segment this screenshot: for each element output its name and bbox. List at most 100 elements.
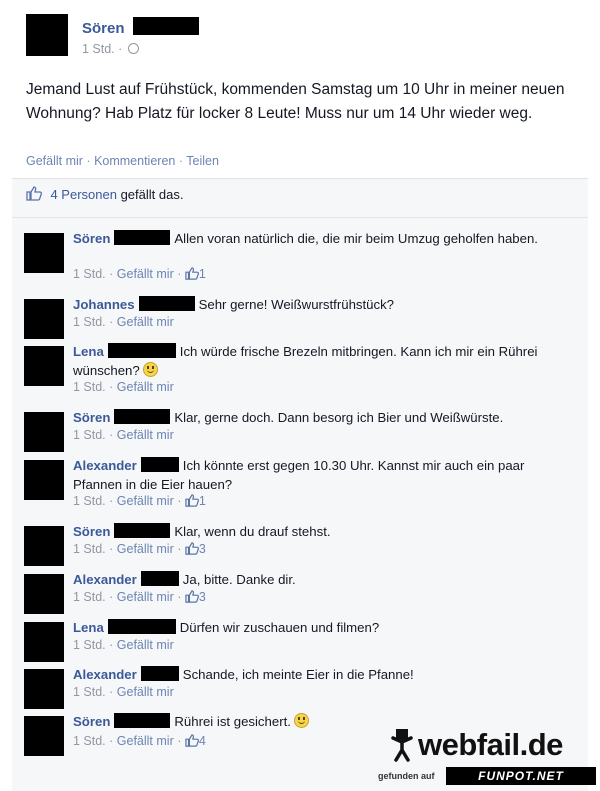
webfail-logo: webfail.de — [390, 727, 563, 763]
comment-like-count[interactable]: 3 — [199, 590, 206, 604]
thumbs-up-icon — [185, 267, 199, 283]
comment-text: Ja, bitte. Danke dir. — [182, 572, 296, 587]
comment-like-link[interactable]: Gefällt mir — [117, 494, 174, 508]
commenter-avatar[interactable] — [24, 460, 64, 500]
comment-body: Alexander Ich könnte erst gegen 10.30 Uhr… — [73, 456, 553, 494]
thumbs-up-icon — [185, 734, 199, 750]
comment-time[interactable]: 1 Std. · — [73, 542, 117, 556]
webfail-brand: webfail.de — [418, 727, 563, 762]
comment-body: Lena Ich würde frische Brezeln mitbringen… — [73, 342, 553, 380]
commenter-name[interactable]: Johannes — [73, 297, 135, 312]
comment-like-link[interactable]: Gefällt mir — [117, 542, 174, 556]
comment-like-count[interactable]: 4 — [199, 734, 206, 748]
comment-text: Klar, gerne doch. Dann besorg ich Bier u… — [174, 410, 504, 425]
commenter-avatar[interactable] — [24, 346, 64, 386]
comment: Sören Klar, wenn du drauf stehst. 1 Std. … — [24, 522, 564, 566]
comment-time[interactable]: 1 Std. · — [73, 494, 117, 508]
comment-like-link[interactable]: Gefällt mir — [117, 380, 174, 394]
comment: Sören Klar, gerne doch. Dann besorg ich B… — [24, 408, 564, 452]
comment-time[interactable]: 1 Std. · — [73, 590, 117, 604]
comment-like-link[interactable]: Gefällt mir — [117, 685, 174, 699]
found-on-label: gefunden auf — [378, 771, 435, 781]
redacted-surname — [140, 666, 179, 681]
post-author-name[interactable]: Sören — [82, 20, 125, 37]
post-time[interactable]: 1 Std. · — [82, 42, 122, 56]
comment-body: Sören Klar, wenn du drauf stehst. — [73, 522, 553, 541]
commenter-avatar[interactable] — [24, 412, 64, 452]
separator: · — [173, 734, 185, 748]
comment-meta: 1 Std. · Gefällt mir — [73, 315, 174, 329]
redacted-surname — [114, 409, 171, 424]
likes-suffix: gefällt das. — [116, 187, 184, 202]
comment: Alexander Ich könnte erst gegen 10.30 Uhr… — [24, 456, 564, 512]
likes-count-link[interactable]: 4 Personen — [50, 187, 117, 202]
comment-like-count[interactable]: 1 — [199, 267, 206, 281]
like-link[interactable]: Gefällt mir — [26, 154, 83, 168]
commenter-avatar[interactable] — [24, 716, 64, 756]
comment-like-link[interactable]: Gefällt mir — [117, 428, 174, 442]
share-link[interactable]: Teilen — [186, 154, 219, 168]
redacted-surname — [138, 296, 195, 311]
comment-time[interactable]: 1 Std. · — [73, 267, 117, 281]
smiley-icon — [293, 713, 309, 728]
redacted-surname — [140, 457, 179, 472]
commenter-avatar[interactable] — [24, 574, 64, 614]
comment-time[interactable]: 1 Std. · — [73, 428, 117, 442]
commenter-name[interactable]: Sören — [73, 524, 110, 539]
redacted-surname — [107, 619, 176, 634]
comment-time[interactable]: 1 Std. · — [73, 734, 117, 748]
comment-like-count[interactable]: 1 — [199, 494, 206, 508]
comment-text: Dürfen wir zuschauen und filmen? — [179, 620, 380, 635]
webfail-mascot-icon — [390, 728, 414, 762]
author-avatar[interactable] — [26, 14, 68, 56]
comment-meta: 1 Std. · Gefällt mir · 1 — [73, 267, 206, 283]
commenter-name[interactable]: Sören — [73, 231, 110, 246]
comment-text: Allen voran natürlich die, die mir beim … — [174, 231, 538, 246]
comment-like-count[interactable]: 3 — [199, 542, 206, 556]
commenter-name[interactable]: Sören — [73, 714, 110, 729]
commenter-name[interactable]: Sören — [73, 410, 110, 425]
comment-time[interactable]: 1 Std. · — [73, 638, 117, 652]
redacted-surname — [107, 343, 176, 358]
comment-time[interactable]: 1 Std. · — [73, 685, 117, 699]
commenter-avatar[interactable] — [24, 622, 64, 662]
comment-text: Klar, wenn du drauf stehst. — [174, 524, 331, 539]
redacted-surname — [140, 571, 179, 586]
thumbs-up-icon — [26, 186, 43, 206]
post-author[interactable]: Sören — [82, 17, 199, 37]
comment-link[interactable]: Kommentieren — [94, 154, 175, 168]
comment-meta: 1 Std. · Gefällt mir — [73, 428, 174, 442]
separator: · — [173, 590, 185, 604]
comment-like-link[interactable]: Gefällt mir — [117, 267, 174, 281]
likes-summary: 4 Personen gefällt das. — [50, 187, 183, 202]
comment: Lena Dürfen wir zuschauen und filmen? 1 S… — [24, 618, 564, 662]
post-text: Jemand Lust auf Frühstück, kommenden Sam… — [26, 81, 565, 122]
commenter-avatar[interactable] — [24, 526, 64, 566]
comment-body: Sören Klar, gerne doch. Dann besorg ich B… — [73, 408, 553, 427]
comment: Johannes Sehr gerne! Weißwurstfrühstück? … — [24, 295, 564, 339]
commenter-name[interactable]: Alexander — [73, 667, 137, 682]
comment-body: Alexander Schande, ich meinte Eier in die… — [73, 665, 553, 684]
comment-like-link[interactable]: Gefällt mir — [117, 734, 174, 748]
redacted-surname — [114, 713, 171, 728]
comment-like-link[interactable]: Gefällt mir — [117, 638, 174, 652]
comment-text: Schande, ich meinte Eier in die Pfanne! — [182, 667, 414, 682]
comment-time[interactable]: 1 Std. · — [73, 380, 117, 394]
comment-body: Lena Dürfen wir zuschauen und filmen? — [73, 618, 553, 637]
smiley-icon — [142, 362, 158, 377]
redacted-surname — [114, 523, 171, 538]
commenter-name[interactable]: Alexander — [73, 572, 137, 587]
separator: · — [173, 542, 185, 556]
commenter-name[interactable]: Lena — [73, 344, 104, 359]
comment-meta: 1 Std. · Gefällt mir · 3 — [73, 542, 206, 558]
globe-icon — [127, 43, 139, 54]
commenter-avatar[interactable] — [24, 299, 64, 339]
commenter-avatar[interactable] — [24, 669, 64, 709]
comment-like-link[interactable]: Gefällt mir — [117, 315, 174, 329]
comment-time[interactable]: 1 Std. · — [73, 315, 117, 329]
comment-like-link[interactable]: Gefällt mir — [117, 590, 174, 604]
commenter-name[interactable]: Lena — [73, 620, 104, 635]
post-meta: 1 Std. · — [82, 42, 139, 56]
commenter-avatar[interactable] — [24, 233, 64, 273]
commenter-name[interactable]: Alexander — [73, 458, 137, 473]
